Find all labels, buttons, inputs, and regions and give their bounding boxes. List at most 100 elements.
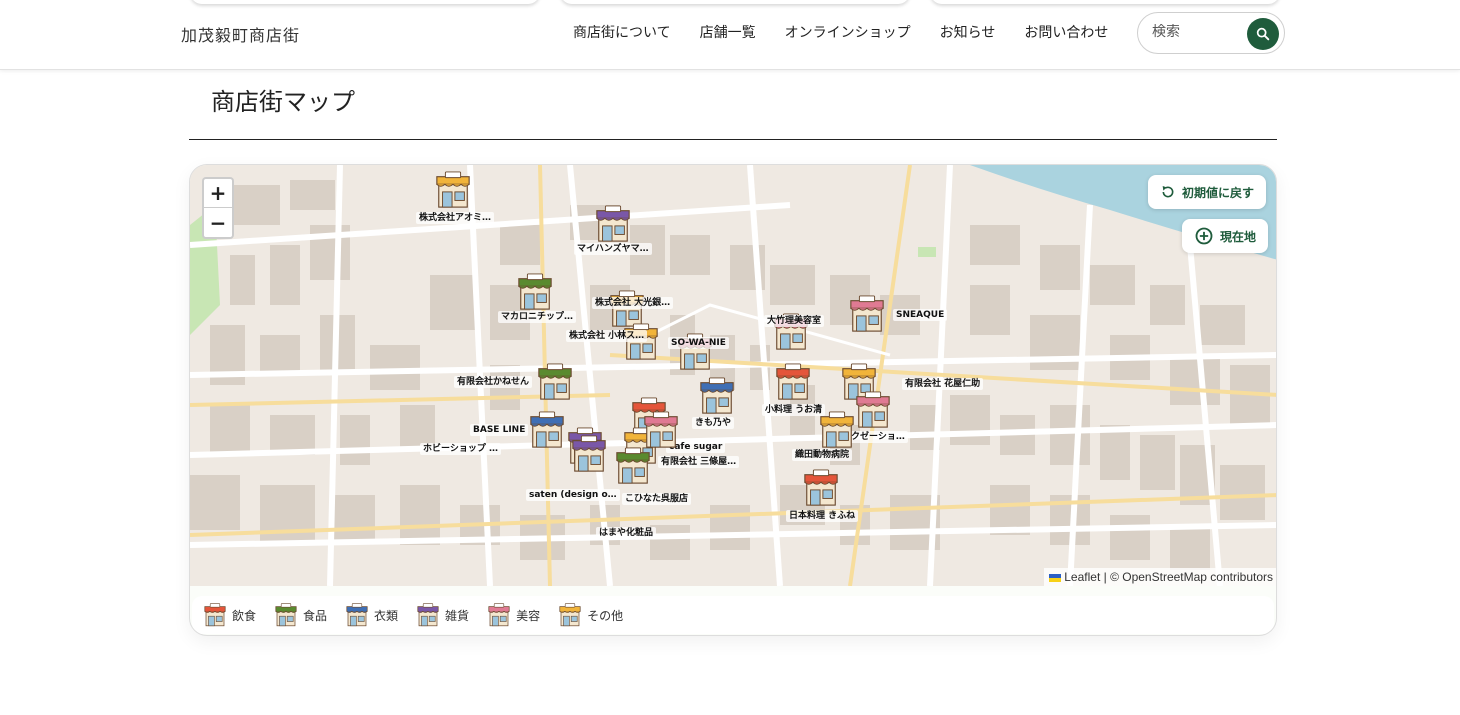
restaurant-icon bbox=[776, 363, 810, 400]
shop-marker-label[interactable]: 有限会社 花屋仁助 bbox=[902, 378, 984, 390]
shop-marker-label[interactable]: 有限会社 三條屋… bbox=[658, 456, 740, 468]
zoom-out-button[interactable]: − bbox=[204, 208, 232, 237]
grocery-icon bbox=[538, 363, 572, 400]
search-box bbox=[1137, 12, 1285, 54]
shop-icon bbox=[559, 603, 581, 627]
shop-marker[interactable] bbox=[698, 377, 736, 415]
grocery-icon bbox=[616, 447, 650, 484]
legend-item-goods: 雑貨 bbox=[416, 603, 469, 627]
shop-marker-label[interactable]: 株式会社 大光銀… bbox=[592, 297, 674, 309]
ukraine-flag-icon bbox=[1049, 573, 1062, 582]
legend-label: 美容 bbox=[516, 608, 541, 623]
beauty-icon bbox=[488, 603, 510, 627]
nav-shop-list[interactable]: 店舗一覧 bbox=[700, 22, 756, 42]
clothing-icon bbox=[700, 377, 734, 414]
search-button[interactable] bbox=[1247, 18, 1279, 50]
grocery-icon bbox=[275, 603, 297, 627]
restaurant-icon bbox=[204, 603, 226, 627]
clothing-icon bbox=[346, 603, 368, 627]
shop-marker[interactable] bbox=[570, 435, 608, 473]
shop-marker[interactable] bbox=[528, 411, 566, 449]
shopping-street-map-card: + − 初期値に戻す 現在地 株式会社アオミ… マイハンズヤマ… マカロニチップ… 株… bbox=[189, 164, 1277, 636]
restaurant-icon bbox=[804, 469, 838, 506]
zoom-control: + − bbox=[202, 177, 234, 239]
shop-marker[interactable] bbox=[642, 411, 680, 449]
shop-marker-label[interactable]: 大竹理美容室 bbox=[764, 315, 825, 327]
shop-marker[interactable] bbox=[614, 447, 652, 485]
legend-item-other: その他 bbox=[558, 603, 623, 627]
shop-marker[interactable] bbox=[774, 363, 812, 401]
legend-item-food: 食品 bbox=[274, 603, 327, 627]
map-attribution: Leaflet | © OpenStreetMap contributors bbox=[1044, 568, 1276, 586]
shop-marker[interactable] bbox=[854, 391, 892, 429]
shop-marker-label[interactable]: 日本料理 きふね bbox=[786, 510, 859, 522]
shop-marker-label[interactable]: ホビーショップ … bbox=[420, 443, 501, 455]
shop-marker-label[interactable]: 株式会社アオミ… bbox=[416, 212, 495, 224]
shop-icon bbox=[820, 411, 854, 448]
zoom-in-button[interactable]: + bbox=[204, 179, 232, 208]
goods-icon bbox=[596, 205, 630, 242]
shop-marker[interactable] bbox=[516, 273, 554, 311]
shop-marker-label[interactable]: saten (design o… bbox=[526, 489, 620, 501]
shop-marker[interactable] bbox=[622, 323, 660, 361]
nav-news[interactable]: お知らせ bbox=[940, 22, 996, 42]
site-logo[interactable]: 加茂毅町商店街 bbox=[181, 22, 300, 46]
main-nav: 商店街について 店舗一覧 オンラインショップ お知らせ お問い合わせ bbox=[573, 22, 1137, 42]
shop-marker[interactable] bbox=[848, 295, 886, 333]
shop-marker-label[interactable]: マカロニチップ… bbox=[498, 311, 577, 323]
map-canvas[interactable]: + − 初期値に戻す 現在地 株式会社アオミ… マイハンズヤマ… マカロニチップ… 株… bbox=[190, 165, 1276, 586]
legend-label: その他 bbox=[587, 608, 624, 623]
search-input[interactable] bbox=[1152, 24, 1242, 40]
search-icon bbox=[1256, 27, 1270, 41]
shop-icon bbox=[436, 171, 470, 208]
goods-icon bbox=[417, 603, 439, 627]
shop-marker-label[interactable]: 株式会社 小林ス… bbox=[566, 330, 648, 342]
shop-marker[interactable] bbox=[818, 411, 856, 449]
current-location-label: 現在地 bbox=[1220, 229, 1257, 244]
reset-view-label: 初期値に戻す bbox=[1182, 185, 1255, 200]
shop-marker-label[interactable]: 織田動物病院 bbox=[792, 449, 853, 461]
shop-marker-label[interactable]: BASE LINE bbox=[470, 424, 529, 436]
clothing-icon bbox=[530, 411, 564, 448]
page-title: 商店街マップ bbox=[211, 88, 355, 116]
reset-view-button[interactable]: 初期値に戻す bbox=[1148, 175, 1267, 209]
shop-marker[interactable] bbox=[802, 469, 840, 507]
shop-marker-label[interactable]: マイハンズヤマ… bbox=[574, 243, 652, 255]
plus-circle-icon bbox=[1195, 227, 1213, 245]
beauty-icon bbox=[644, 411, 678, 448]
nav-about[interactable]: 商店街について bbox=[573, 22, 671, 42]
beauty-icon bbox=[850, 295, 884, 332]
legend-item-beauty: 美容 bbox=[487, 603, 540, 627]
shop-marker-label[interactable]: 有限会社かねせん bbox=[454, 376, 533, 388]
leaflet-link[interactable]: Leaflet bbox=[1064, 570, 1100, 584]
legend-label: 飲食 bbox=[232, 608, 257, 623]
site-header: 加茂毅町商店街 商店街について 店舗一覧 オンラインショップ お知らせ お問い合… bbox=[0, 0, 1460, 70]
map-base-tiles bbox=[190, 165, 1276, 586]
title-divider bbox=[189, 139, 1277, 140]
category-legend: 飲食 食品 衣類 雑貨 美容 その他 bbox=[192, 596, 1274, 634]
shop-marker[interactable] bbox=[594, 205, 632, 243]
legend-item-dining: 飲食 bbox=[203, 603, 256, 627]
legend-label: 食品 bbox=[303, 608, 328, 623]
shop-marker-label[interactable]: SO-WA-NIE bbox=[668, 337, 729, 349]
legend-label: 雑貨 bbox=[445, 608, 470, 623]
shop-marker-label[interactable]: 小料理 うお清 bbox=[762, 404, 826, 416]
shop-marker-label[interactable]: はまや化粧品 bbox=[596, 527, 657, 539]
shop-icon bbox=[624, 323, 658, 360]
shop-marker-label[interactable]: きも乃や bbox=[692, 417, 735, 429]
current-location-button[interactable]: 現在地 bbox=[1182, 219, 1269, 253]
legend-item-clothing: 衣類 bbox=[345, 603, 398, 627]
shop-marker-label[interactable]: こひなた呉服店 bbox=[622, 493, 692, 505]
legend-label: 衣類 bbox=[374, 608, 399, 623]
osm-attribution: | © OpenStreetMap contributors bbox=[1103, 570, 1273, 584]
beauty-icon bbox=[856, 391, 890, 428]
nav-online-shop[interactable]: オンラインショップ bbox=[785, 22, 911, 42]
grocery-icon bbox=[518, 273, 552, 310]
goods-icon bbox=[572, 435, 606, 472]
shop-marker[interactable] bbox=[536, 363, 574, 401]
shop-marker[interactable] bbox=[434, 171, 472, 209]
shop-marker-label[interactable]: SNEAQUE bbox=[893, 309, 948, 321]
header-top-decoration bbox=[0, 0, 1460, 4]
reset-icon bbox=[1162, 186, 1174, 198]
nav-contact[interactable]: お問い合わせ bbox=[1024, 22, 1108, 42]
